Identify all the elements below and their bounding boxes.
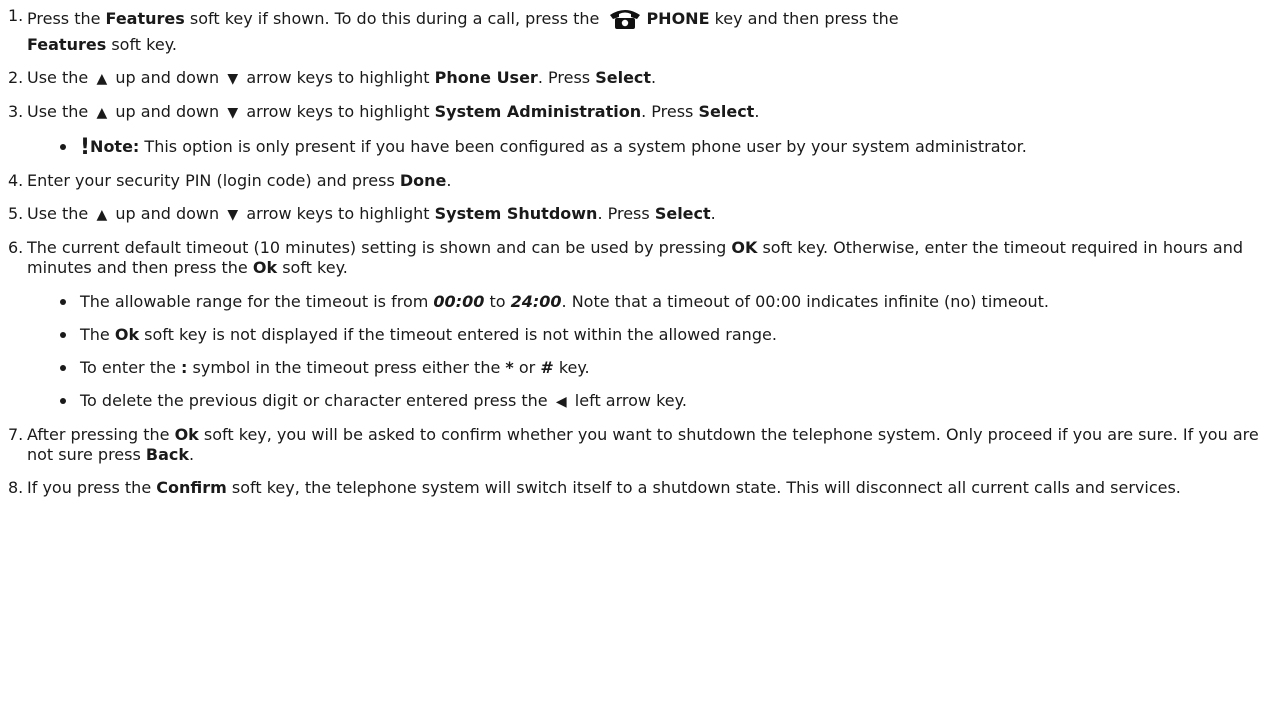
- left-arrow-icon: ◀: [555, 394, 567, 410]
- note-list: !Note: This option is only present if yo…: [27, 135, 1272, 160]
- list-item: To enter the : symbol in the timeout pre…: [58, 358, 1272, 378]
- phone-key-label: PHONE: [646, 9, 710, 28]
- phone-icon: [608, 6, 642, 35]
- step-number: 4.: [8, 171, 24, 190]
- down-arrow-icon: ▼: [227, 71, 239, 87]
- down-arrow-icon: ▼: [227, 207, 239, 223]
- step-2: 2. Use the ▲ up and down ▼ arrow keys to…: [8, 68, 657, 87]
- list-item: To delete the previous digit or characte…: [58, 391, 1272, 412]
- timeout-notes-list: The allowable range for the timeout is f…: [27, 292, 1272, 412]
- note: !Note: This option is only present if yo…: [58, 135, 1272, 160]
- bullet-icon: [60, 332, 66, 338]
- step-number: 8.: [8, 478, 24, 497]
- features-key-label: Features: [27, 35, 107, 54]
- step-number: 1.: [8, 6, 24, 25]
- step-number: 5.: [8, 204, 24, 223]
- step-6: 6. The current default timeout (10 minut…: [8, 238, 1272, 412]
- down-arrow-icon: ▼: [227, 105, 239, 121]
- step-7: 7. After pressing the Ok soft key, you w…: [8, 425, 1259, 464]
- bullet-icon: [60, 365, 66, 371]
- features-key-label: Features: [105, 9, 185, 28]
- step-5: 5. Use the ▲ up and down ▼ arrow keys to…: [8, 204, 716, 223]
- bullet-icon: [60, 299, 66, 305]
- step-number: 3.: [8, 102, 24, 121]
- up-arrow-icon: ▲: [96, 105, 108, 121]
- list-item: The Ok soft key is not displayed if the …: [58, 325, 1272, 345]
- step-1: 1. Press the Features soft key if shown.…: [8, 6, 899, 54]
- bullet-icon: [60, 144, 66, 150]
- step-8: 8. If you press the Confirm soft key, th…: [8, 478, 1181, 497]
- up-arrow-icon: ▲: [96, 71, 108, 87]
- note-icon: !: [80, 135, 91, 160]
- note-label: Note:: [90, 137, 140, 156]
- step-number: 7.: [8, 425, 24, 444]
- steps-list: 1. Press the Features soft key if shown.…: [8, 6, 1272, 498]
- step-4: 4. Enter your security PIN (login code) …: [8, 171, 452, 190]
- list-item: The allowable range for the timeout is f…: [58, 292, 1272, 312]
- step-number: 6.: [8, 238, 24, 257]
- bullet-icon: [60, 398, 66, 404]
- instruction-document: 1. Press the Features soft key if shown.…: [0, 0, 1282, 498]
- step-number: 2.: [8, 68, 24, 87]
- step-3: 3. Use the ▲ up and down ▼ arrow keys to…: [8, 102, 1272, 160]
- up-arrow-icon: ▲: [96, 207, 108, 223]
